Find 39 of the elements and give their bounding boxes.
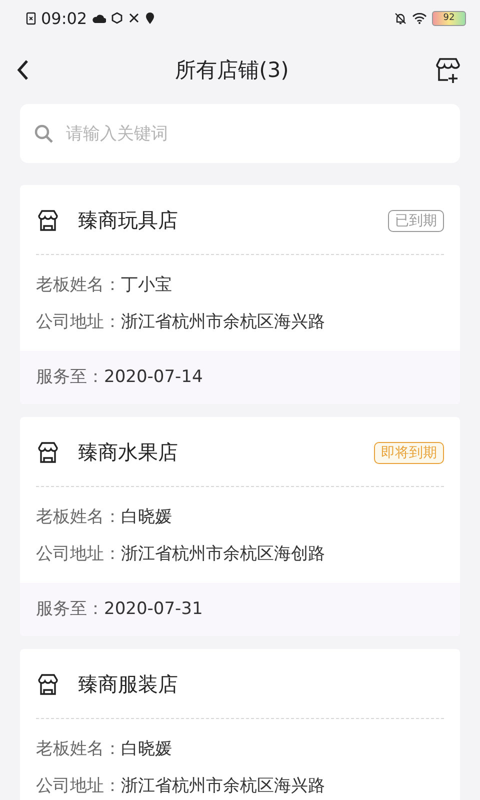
store-card[interactable]: 臻商服装店 老板姓名：白晓媛 公司地址：浙江省杭州市余杭区海兴路 bbox=[20, 649, 460, 800]
owner-name: 丁小宝 bbox=[121, 275, 172, 295]
address-label: 公司地址： bbox=[36, 312, 121, 332]
wifi-icon bbox=[412, 12, 427, 24]
battery-text: 92 bbox=[443, 13, 455, 23]
owner-name: 白晓媛 bbox=[121, 739, 172, 759]
service-label: 服务至： bbox=[36, 367, 104, 387]
store-icon bbox=[36, 672, 60, 696]
address-label: 公司地址： bbox=[36, 544, 121, 564]
bell-off-icon bbox=[394, 12, 407, 24]
owner-label: 老板姓名： bbox=[36, 739, 121, 759]
hexagon-icon bbox=[111, 12, 124, 24]
address-value: 浙江省杭州市余杭区海兴路 bbox=[121, 776, 325, 796]
status-badge: 已到期 bbox=[388, 210, 444, 232]
store-name: 臻商玩具店 bbox=[78, 207, 179, 234]
store-icon bbox=[36, 440, 60, 464]
status-badge: 即将到期 bbox=[374, 442, 444, 464]
search-field[interactable]: 请输入关键词 bbox=[20, 104, 460, 163]
back-icon[interactable] bbox=[16, 59, 30, 81]
store-card[interactable]: 臻商水果店 即将到期 老板姓名：白晓媛 公司地址：浙江省杭州市余杭区海创路 服务至：2020-07-31 bbox=[20, 417, 460, 636]
address-value: 浙江省杭州市余杭区海创路 bbox=[121, 544, 325, 564]
add-store-icon[interactable] bbox=[434, 56, 462, 84]
status-time: 09:02 bbox=[41, 8, 88, 28]
service-date: 2020-07-14 bbox=[104, 367, 203, 387]
sim-icon bbox=[26, 12, 36, 24]
owner-label: 老板姓名： bbox=[36, 275, 121, 295]
cloud-icon bbox=[92, 12, 106, 24]
store-name: 臻商水果店 bbox=[78, 439, 179, 466]
owner-name: 白晓媛 bbox=[121, 507, 172, 527]
location-pin-icon bbox=[145, 12, 156, 24]
store-name: 臻商服装店 bbox=[78, 671, 179, 698]
store-icon bbox=[36, 208, 60, 232]
service-date: 2020-07-31 bbox=[104, 599, 203, 619]
address-value: 浙江省杭州市余杭区海兴路 bbox=[121, 312, 325, 332]
store-card[interactable]: 臻商玩具店 已到期 老板姓名：丁小宝 公司地址：浙江省杭州市余杭区海兴路 服务至：2020-07-14 bbox=[20, 185, 460, 404]
page-title: 所有店铺(3) bbox=[175, 57, 289, 84]
service-label: 服务至： bbox=[36, 599, 104, 619]
address-label: 公司地址： bbox=[36, 776, 121, 796]
owner-label: 老板姓名： bbox=[36, 507, 121, 527]
